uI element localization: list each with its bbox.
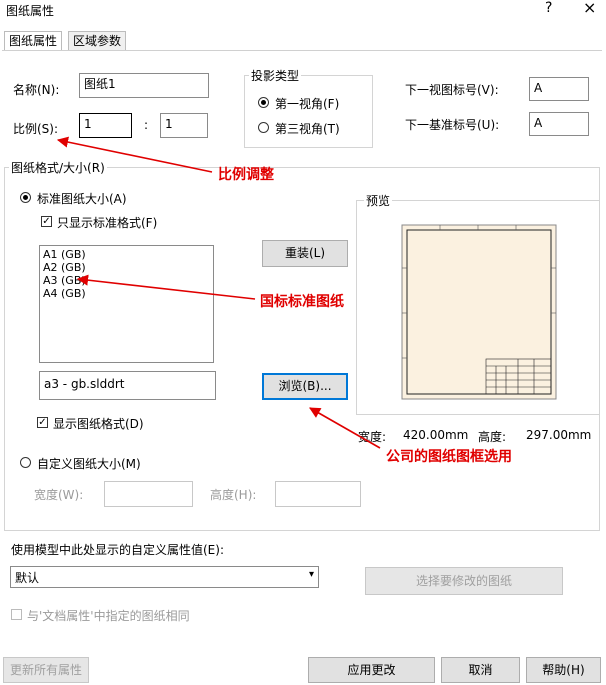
arrow-company bbox=[309, 407, 381, 449]
annotation-arrows bbox=[56, 136, 381, 449]
annotation-scale-adjust: 比例调整 bbox=[218, 167, 274, 183]
arrow-scale bbox=[56, 136, 213, 173]
annotation-gb-standard: 国标标准图纸 bbox=[260, 294, 344, 310]
annotation-company-frame: 公司的图纸图框选用 bbox=[386, 449, 512, 465]
arrow-gb bbox=[76, 274, 256, 300]
